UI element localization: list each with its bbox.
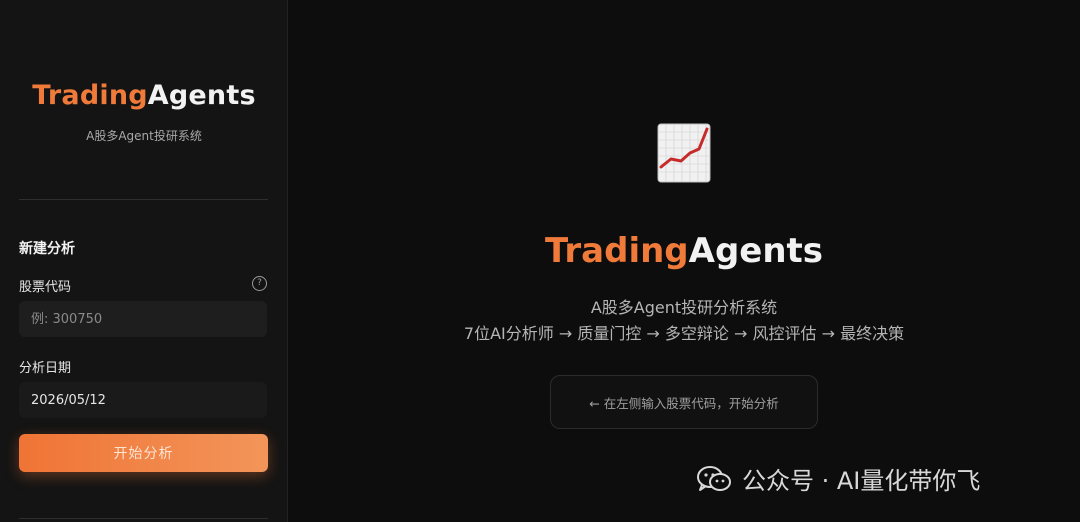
title-part-trading: Trading <box>544 231 689 271</box>
hint-text: ← 在左侧输入股票代码，开始分析 <box>589 395 779 411</box>
chart-increasing-icon <box>657 123 711 183</box>
date-label: 分析日期 <box>19 361 72 376</box>
date-input[interactable] <box>19 382 267 418</box>
stock-code-label: 股票代码 <box>19 280 72 295</box>
brand-part-agents: Agents <box>147 80 256 111</box>
watermark-text: 公众号 · AI量化带你飞 <box>742 467 981 495</box>
section-title: 新建分析 <box>19 241 75 257</box>
brand-part-trading: Trading <box>32 80 148 111</box>
watermark: 公众号 · AI量化带你飞 <box>696 461 980 496</box>
stock-code-input[interactable] <box>19 301 267 337</box>
pipeline-description: 7位AI分析师 → 质量门控 → 多空辩论 → 风控评估 → 最终决策 <box>463 324 905 343</box>
divider <box>19 199 268 200</box>
wechat-icon <box>697 465 731 491</box>
main-title: TradingAgents <box>288 231 1080 271</box>
help-icon[interactable]: ? <box>252 276 267 291</box>
brand-subtitle: A股多Agent投研系统 <box>86 129 202 143</box>
main-panel: TradingAgents A股多Agent投研分析系统 7位AI分析师 → 质… <box>288 0 1080 522</box>
start-analysis-button[interactable]: 开始分析 <box>19 434 268 472</box>
title-part-agents: Agents <box>688 231 824 271</box>
sidebar: TradingAgents A股多Agent投研系统 新建分析 股票代码 ? 分… <box>0 0 288 522</box>
main-subtitle: A股多Agent投研分析系统 <box>590 298 778 317</box>
brand-logo: TradingAgents <box>0 80 288 111</box>
hint-box: ← 在左侧输入股票代码，开始分析 <box>550 375 818 429</box>
app: TradingAgents A股多Agent投研系统 新建分析 股票代码 ? 分… <box>0 0 1080 522</box>
divider <box>19 518 268 519</box>
